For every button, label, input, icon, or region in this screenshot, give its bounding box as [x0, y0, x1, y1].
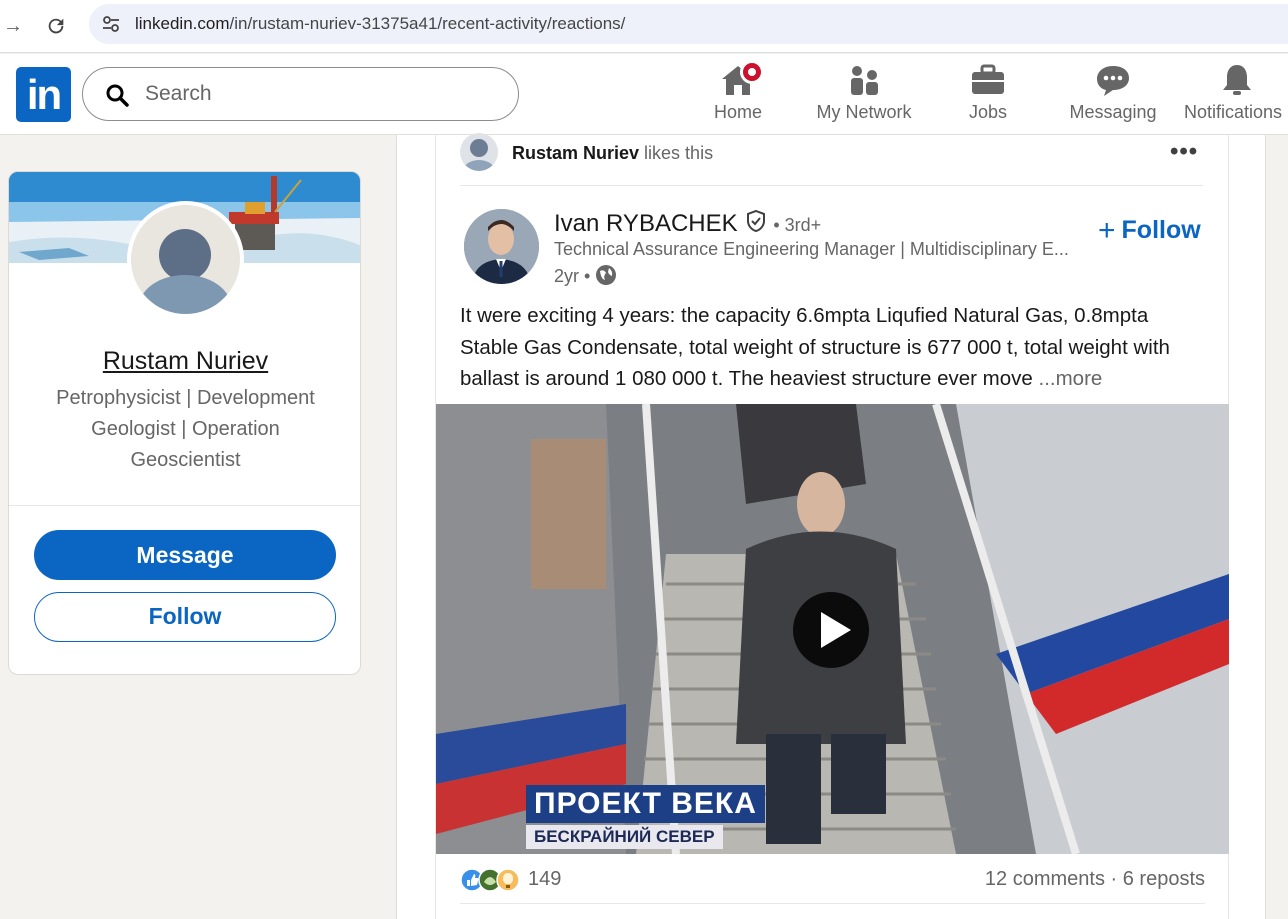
social-divider: [460, 903, 1205, 904]
nav-notifications[interactable]: Notifications: [1184, 63, 1288, 127]
author-avatar[interactable]: [464, 209, 539, 284]
url-domain: linkedin.com: [135, 14, 230, 33]
search-input[interactable]: [145, 80, 485, 108]
briefcase-icon: [972, 64, 1004, 94]
nav-messaging[interactable]: Messaging: [1066, 63, 1160, 127]
search-icon: [106, 84, 129, 107]
post-body: It were exciting 4 years: the capacity 6…: [460, 300, 1205, 395]
network-icon: [851, 66, 878, 95]
social-counts: 149 12 comments · 6 reposts: [460, 868, 1205, 898]
address-bar[interactable]: linkedin.com/in/rustam-nuriev-31375a41/r…: [89, 4, 1288, 44]
context-actor-name[interactable]: Rustam Nuriev: [512, 143, 639, 163]
see-more-link[interactable]: ...more: [1039, 367, 1103, 390]
video-caption-subtitle: БЕСКРАЙНИЙ СЕВЕР: [526, 825, 723, 849]
linkedin-header: in Home My Network Jobs Messaging Notifi…: [0, 54, 1288, 135]
post-context: Rustam Nuriev likes this: [512, 143, 713, 164]
reaction-count[interactable]: 149: [528, 868, 561, 891]
author-name[interactable]: Ivan RYBACHEK: [554, 210, 738, 237]
post-video[interactable]: ПРОЕКТ ВЕКА БЕСКРАЙНИЙ СЕВЕР: [436, 404, 1229, 854]
author-photo-image: [464, 209, 539, 284]
context-divider: [460, 185, 1203, 186]
nav-jobs[interactable]: Jobs: [966, 63, 1010, 127]
home-notification-badge: [740, 60, 764, 84]
search-box[interactable]: [82, 67, 519, 121]
post-age: 2yr •: [554, 266, 596, 286]
linkedin-logo[interactable]: in: [16, 67, 71, 122]
default-person-icon: [139, 229, 231, 314]
profile-name[interactable]: Rustam Nuriev: [9, 347, 360, 376]
nav-messaging-label: Messaging: [1069, 102, 1157, 122]
browser-toolbar: → linkedin.com/in/rustam-nuriev-31375a41…: [0, 0, 1288, 53]
reaction-stack-icons: [460, 868, 520, 892]
follow-author-button[interactable]: + Follow: [1098, 214, 1201, 248]
feed-post: Rustam Nuriev likes this ••• Ivan RYBACH…: [435, 133, 1229, 919]
reload-icon[interactable]: [43, 13, 69, 39]
nav-notifications-label: Notifications: [1184, 102, 1283, 122]
profile-card: Rustam Nuriev Petrophysicist | Developme…: [8, 171, 361, 675]
post-timestamp: 2yr •: [554, 264, 617, 287]
play-button-icon[interactable]: [793, 592, 869, 668]
verified-shield-icon: [747, 209, 766, 233]
follow-profile-button[interactable]: Follow: [34, 592, 336, 642]
nav-my-network[interactable]: My Network: [812, 63, 916, 127]
profile-avatar[interactable]: [127, 201, 244, 318]
nav-my-network-label: My Network: [816, 102, 912, 122]
post-options-icon[interactable]: •••: [1170, 138, 1198, 166]
url-path: /in/rustam-nuriev-31375a41/recent-activi…: [229, 14, 626, 33]
card-divider: [9, 505, 360, 506]
follow-author-label: Follow: [1121, 216, 1201, 244]
bell-icon: [1223, 65, 1251, 95]
author-headline: Technical Assurance Engineering Manager …: [554, 239, 1069, 259]
default-person-icon: [463, 139, 495, 171]
nav-jobs-label: Jobs: [968, 102, 1008, 122]
url-text: linkedin.com/in/rustam-nuriev-31375a41/r…: [135, 14, 625, 34]
message-button[interactable]: Message: [34, 530, 336, 580]
site-settings-icon[interactable]: [101, 14, 121, 34]
activity-feed: Rustam Nuriev likes this ••• Ivan RYBACH…: [396, 133, 1266, 919]
comments-reposts-count[interactable]: 12 comments · 6 reposts: [985, 868, 1205, 891]
author-name-line: Ivan RYBACHEK • 3rd+: [554, 209, 821, 238]
connection-degree: • 3rd+: [768, 215, 822, 235]
video-caption-title: ПРОЕКТ ВЕКА: [526, 785, 765, 823]
profile-headline: Petrophysicist | Development Geologist |…: [56, 387, 315, 471]
nav-home-label: Home: [713, 102, 762, 122]
plus-icon: +: [1098, 214, 1116, 247]
context-action: likes this: [639, 143, 714, 163]
reaction-icons[interactable]: [460, 868, 526, 892]
messaging-icon: [1097, 66, 1129, 96]
forward-arrow-icon[interactable]: →: [0, 13, 26, 39]
globe-icon: [596, 265, 617, 285]
context-avatar[interactable]: [460, 133, 498, 171]
